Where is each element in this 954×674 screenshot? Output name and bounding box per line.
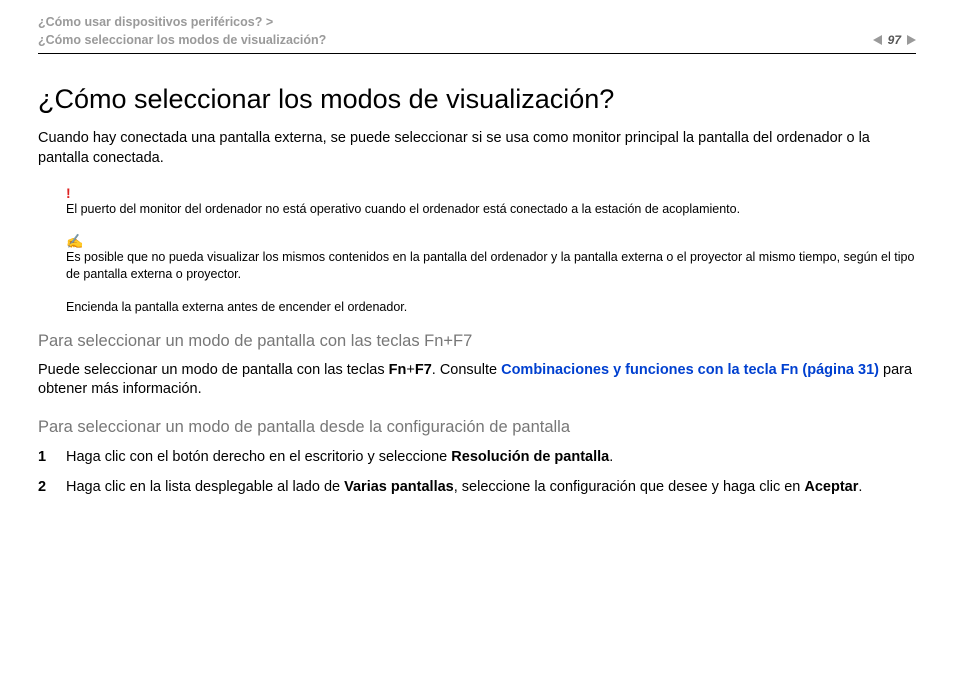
pencil-icon: ✍ bbox=[66, 234, 916, 248]
page-number: 97 bbox=[888, 33, 901, 47]
info-text-2: Encienda la pantalla externa antes de en… bbox=[66, 299, 916, 316]
pager: 97 bbox=[873, 33, 916, 49]
step-2: Haga clic en la lista desplegable al lad… bbox=[38, 477, 916, 497]
page-title: ¿Cómo seleccionar los modos de visualiza… bbox=[38, 84, 916, 115]
intro-text: Cuando hay conectada una pantalla extern… bbox=[38, 129, 916, 168]
link-fn-combinations[interactable]: Combinaciones y funciones con la tecla F… bbox=[501, 362, 879, 378]
breadcrumb-line2: ¿Cómo seleccionar los modos de visualiza… bbox=[38, 32, 326, 50]
info-text-1: Es posible que no pueda visualizar los m… bbox=[66, 249, 916, 283]
fnf7-paragraph: Puede seleccionar un modo de pantalla co… bbox=[38, 361, 916, 400]
warning-note: ! El puerto del monitor del ordenador no… bbox=[66, 186, 916, 218]
info-note: ✍ Es posible que no pueda visualizar los… bbox=[66, 234, 916, 283]
subheading-fnf7: Para seleccionar un modo de pantalla con… bbox=[38, 332, 916, 351]
step-1: Haga clic con el botón derecho en el esc… bbox=[38, 447, 916, 467]
next-page-arrow-icon[interactable] bbox=[907, 35, 916, 45]
breadcrumb-line1: ¿Cómo usar dispositivos periféricos? > bbox=[38, 14, 326, 32]
breadcrumb: ¿Cómo usar dispositivos periféricos? > ¿… bbox=[38, 14, 326, 49]
prev-page-arrow-icon[interactable] bbox=[873, 35, 882, 45]
subheading-display-settings: Para seleccionar un modo de pantalla des… bbox=[38, 418, 916, 437]
warning-text: El puerto del monitor del ordenador no e… bbox=[66, 201, 916, 218]
steps-list: Haga clic con el botón derecho en el esc… bbox=[38, 447, 916, 498]
warning-icon: ! bbox=[66, 186, 916, 200]
info-note-2: Encienda la pantalla externa antes de en… bbox=[66, 299, 916, 316]
